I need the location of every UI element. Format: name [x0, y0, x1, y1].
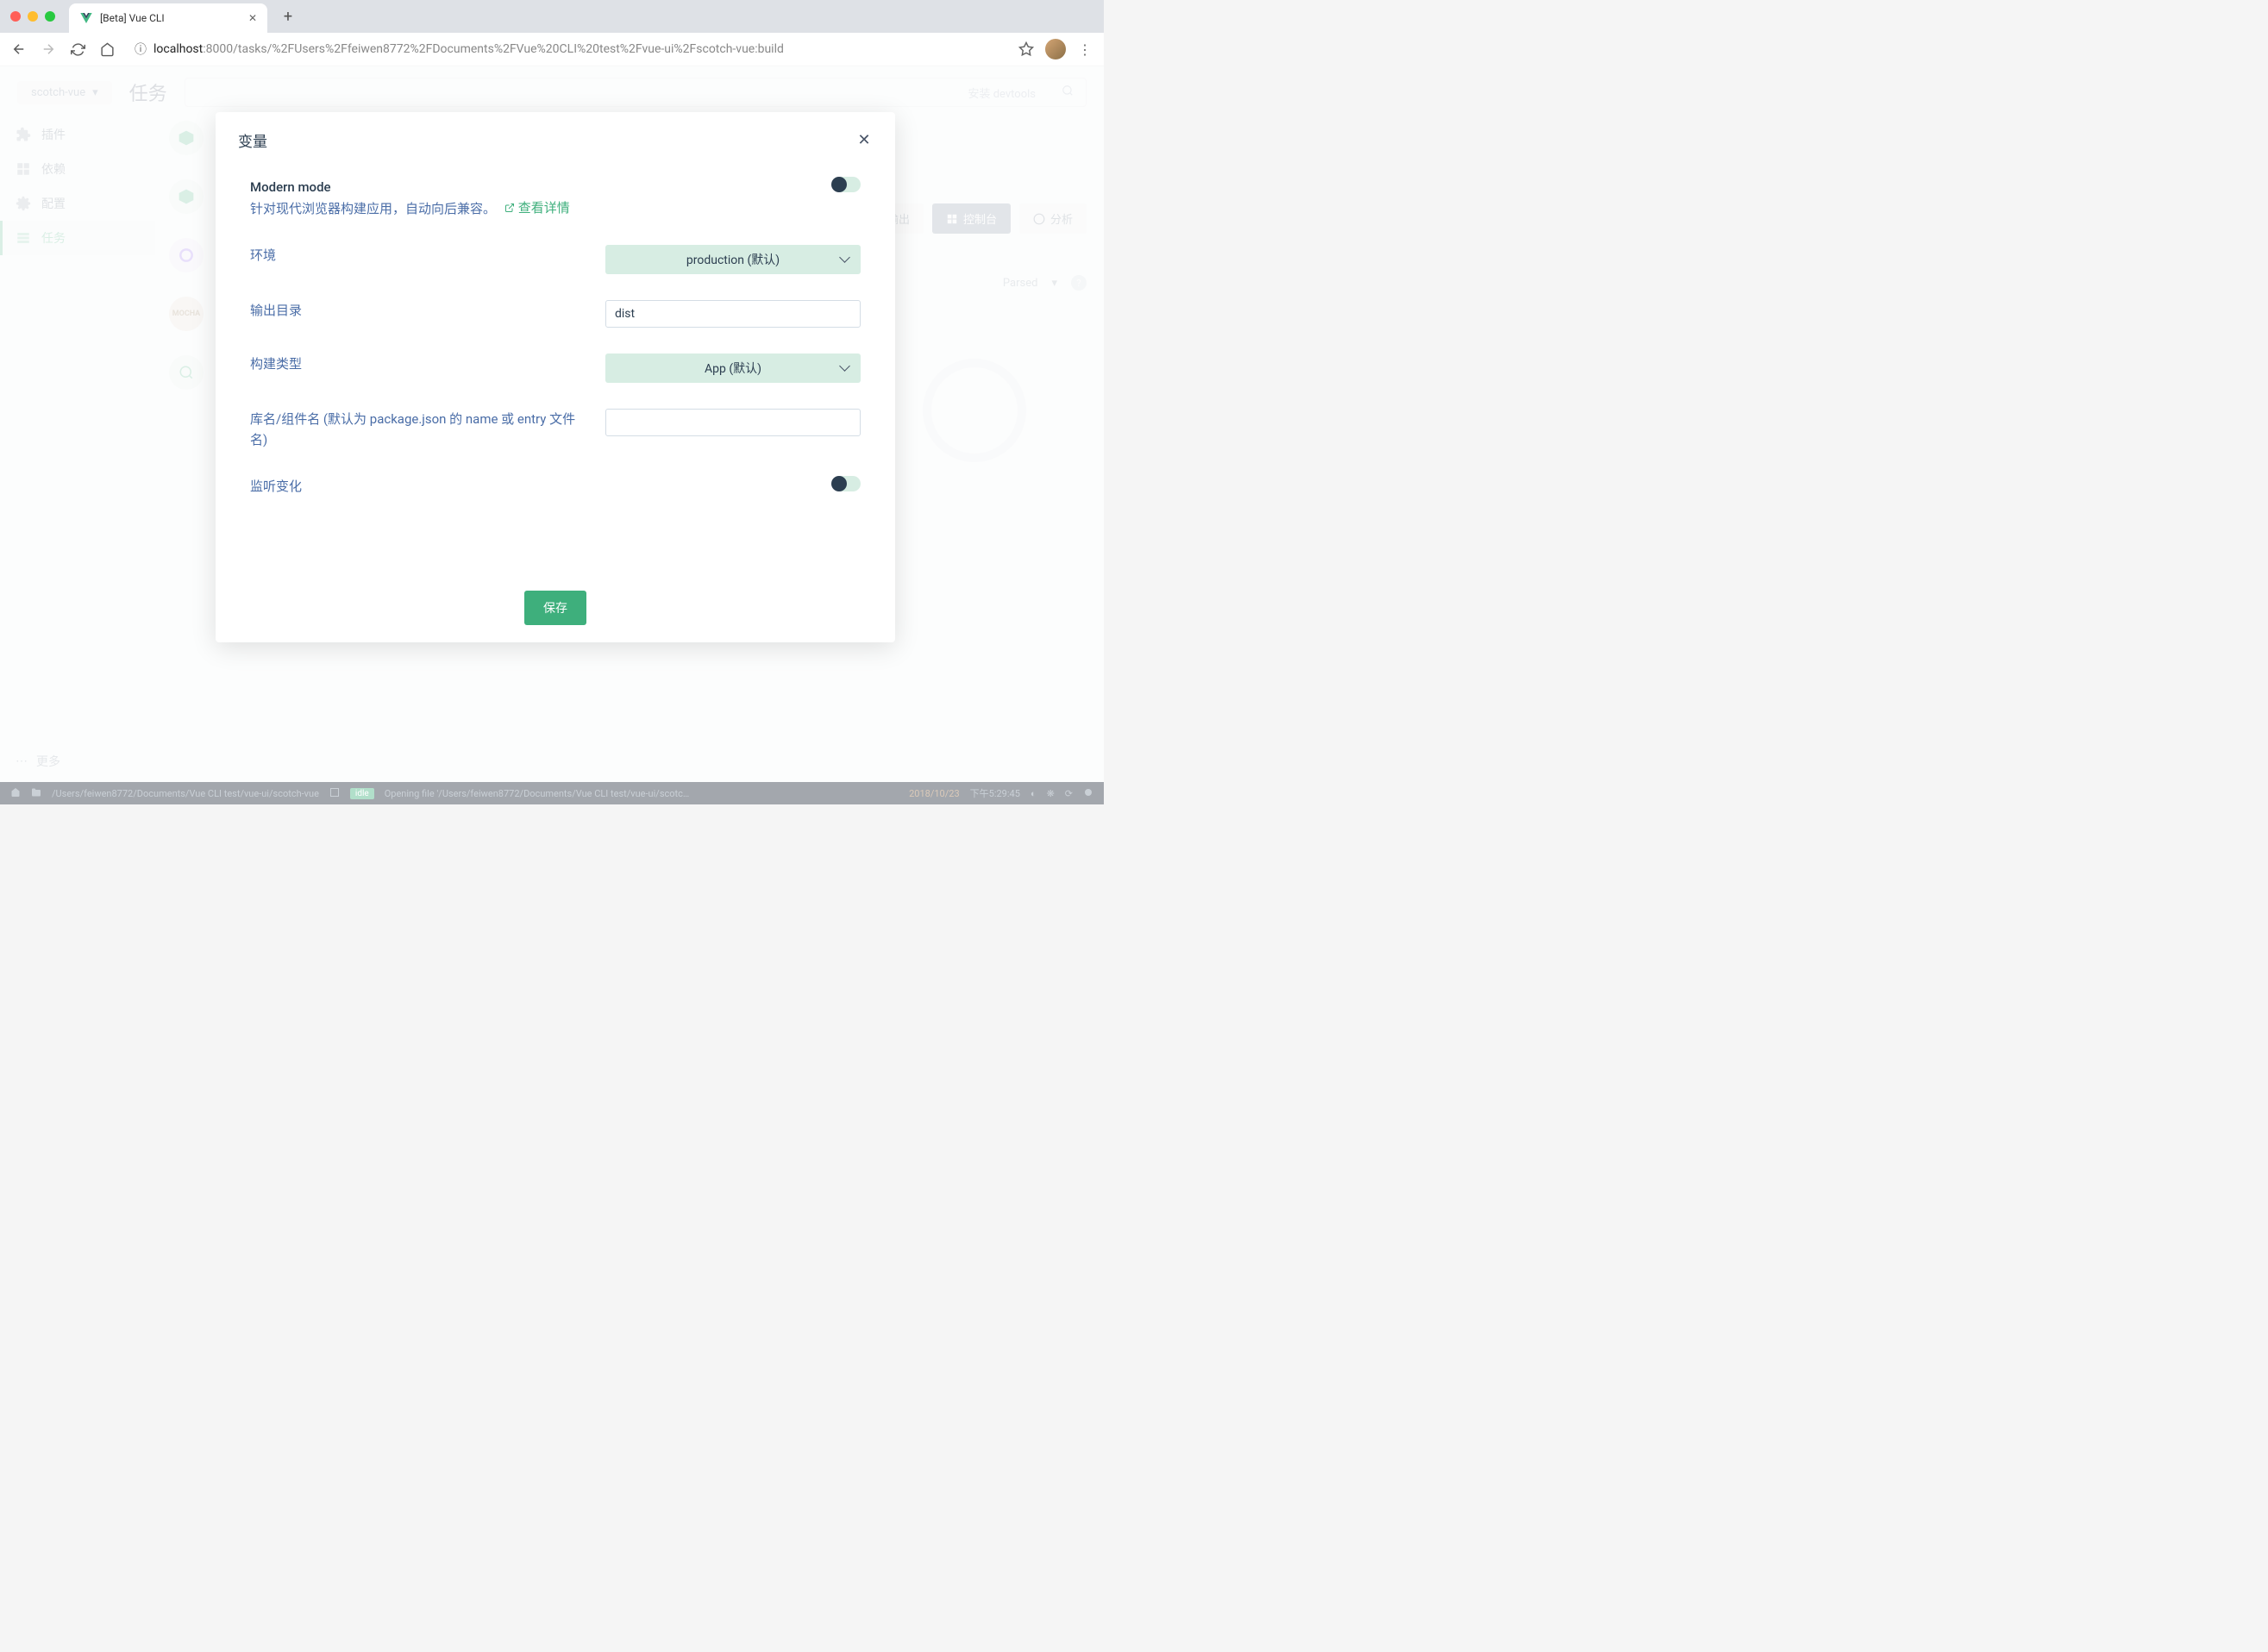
lib-name-label: 库名/组件名 (默认为 package.json 的 name 或 entry … — [250, 409, 578, 450]
env-dropdown[interactable]: production (默认) — [605, 245, 861, 274]
form-row-modern-mode: Modern mode 针对现代浏览器构建应用，自动向后兼容。 查看详情 — [250, 177, 861, 219]
modal-title: 变量 — [238, 129, 267, 151]
profile-avatar[interactable] — [1045, 39, 1066, 59]
close-window-button[interactable] — [10, 11, 21, 22]
browser-menu-icon[interactable]: ⋮ — [1074, 39, 1095, 59]
output-dir-input[interactable] — [605, 300, 861, 328]
reload-button[interactable] — [67, 39, 88, 59]
modern-mode-desc: 针对现代浏览器构建应用，自动向后兼容。 — [250, 201, 496, 216]
forward-button[interactable] — [38, 39, 59, 59]
modal-body: Modern mode 针对现代浏览器构建应用，自动向后兼容。 查看详情 环境 — [216, 160, 895, 573]
form-row-env: 环境 production (默认) — [250, 245, 861, 274]
form-row-build-type: 构建类型 App (默认) — [250, 354, 861, 383]
toggle-knob — [831, 177, 847, 192]
new-tab-button[interactable]: + — [276, 4, 300, 28]
site-info-icon[interactable]: ⓘ — [135, 41, 147, 58]
watch-toggle[interactable] — [833, 476, 861, 491]
browser-toolbar: ⓘ localhost:8000/tasks/%2FUsers%2Ffeiwen… — [0, 33, 1104, 66]
build-type-label: 构建类型 — [250, 354, 578, 374]
output-dir-label: 输出目录 — [250, 300, 578, 321]
modern-mode-title: Modern mode — [250, 177, 578, 197]
modal-header: 变量 ✕ — [216, 112, 895, 160]
modal-footer: 保存 — [216, 573, 895, 642]
watch-label: 监听变化 — [250, 476, 578, 497]
window-controls: [Beta] Vue CLI ✕ + — [0, 0, 1104, 33]
url-bar[interactable]: ⓘ localhost:8000/tasks/%2FUsers%2Ffeiwen… — [126, 37, 1007, 61]
bookmark-star-icon[interactable] — [1016, 39, 1037, 59]
env-label: 环境 — [250, 245, 578, 266]
home-button[interactable] — [97, 39, 117, 59]
url-host: localhost — [153, 42, 203, 56]
maximize-window-button[interactable] — [45, 11, 55, 22]
tab-title: [Beta] Vue CLI — [100, 12, 165, 24]
toggle-knob — [831, 476, 847, 491]
url-path: :8000/tasks/%2FUsers%2Ffeiwen8772%2FDocu… — [203, 42, 784, 56]
view-details-label: 查看详情 — [518, 197, 570, 218]
save-button[interactable]: 保存 — [524, 591, 586, 625]
view-details-link[interactable]: 查看详情 — [504, 197, 570, 218]
form-row-lib-name: 库名/组件名 (默认为 package.json 的 name 或 entry … — [250, 409, 861, 450]
back-button[interactable] — [9, 39, 29, 59]
form-row-output-dir: 输出目录 — [250, 300, 861, 328]
close-tab-icon[interactable]: ✕ — [248, 12, 257, 24]
modern-mode-toggle[interactable] — [833, 177, 861, 192]
browser-chrome: [Beta] Vue CLI ✕ + ⓘ localhost:8000/task… — [0, 0, 1104, 66]
form-row-watch: 监听变化 — [250, 476, 861, 497]
external-link-icon — [504, 203, 515, 213]
build-type-dropdown[interactable]: App (默认) — [605, 354, 861, 383]
env-value: production (默认) — [686, 251, 780, 268]
variables-modal: 变量 ✕ Modern mode 针对现代浏览器构建应用，自动向后兼容。 查看详… — [216, 112, 895, 642]
close-icon[interactable]: ✕ — [855, 132, 873, 149]
minimize-window-button[interactable] — [28, 11, 38, 22]
vue-favicon-icon — [79, 11, 93, 25]
build-type-value: App (默认) — [705, 360, 761, 377]
browser-tab[interactable]: [Beta] Vue CLI ✕ — [69, 3, 267, 33]
lib-name-input[interactable] — [605, 409, 861, 436]
traffic-lights — [10, 11, 55, 22]
